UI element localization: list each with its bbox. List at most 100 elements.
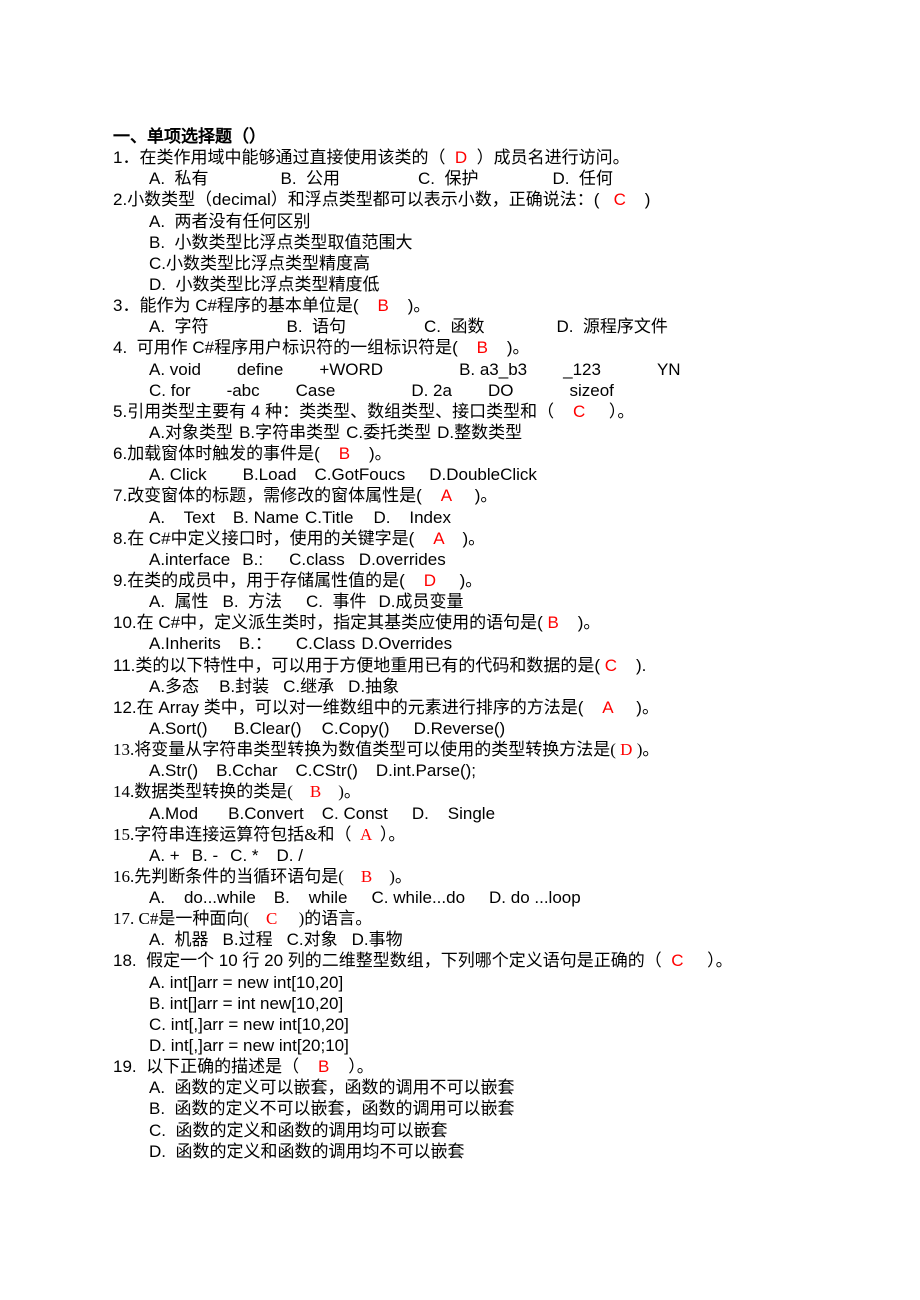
option-row: B. 函数的定义不可以嵌套，函数的调用可以嵌套 [113, 1098, 833, 1119]
option: +WORD [319, 359, 384, 379]
question-number: 14. [113, 782, 135, 802]
question-text: 小数类型（decimal）和浮点类型都可以表示小数，正确说法：( [127, 190, 614, 210]
answer-mark: D [423, 570, 437, 590]
question-text: 在类作用域中能够通过直接使用该类的（ [139, 148, 455, 168]
option: B.Cchar [216, 761, 278, 781]
option: A.Mod [149, 803, 199, 823]
option-row: A. do...while B. while C. while...do D. do … [113, 887, 833, 908]
question-text: 能作为 C#程序的基本单位是( [139, 296, 378, 316]
question-stem: 12.在 Array 类中，可以对一维数组中的元素进行排序的方法是( A )。 [113, 697, 833, 718]
question-stem: 19. 以下正确的描述是（ B ）。 [113, 1056, 833, 1077]
option: A.interface [149, 549, 231, 569]
question-stem: 13.将变量从字符串类型转换为数值类型可以使用的类型转换方法是( D )。 [113, 739, 833, 760]
option: B. Name [232, 507, 299, 527]
option: A. + [149, 845, 180, 865]
option: C.继承 [283, 676, 335, 696]
option-row: D. int[,]arr = new int[20;10] [113, 1035, 833, 1056]
question-stem: 9.在类的成员中，用于存储属性值的是( D )。 [113, 570, 833, 591]
option: D. Index [373, 507, 451, 527]
answer-mark: B [360, 866, 373, 886]
option: D.事物 [351, 930, 403, 950]
option: C.Class [295, 634, 356, 654]
option-row: C. 函数的定义和函数的调用均可以嵌套 [113, 1120, 833, 1141]
option: B.字符串类型 [239, 422, 341, 442]
question-number: 5. [113, 401, 128, 421]
question-text: 假定一个 10 行 20 列的二维整型数组，下列哪个定义语句是正确的（ [136, 951, 672, 971]
option: D. do ...loop [489, 888, 581, 908]
option: B. while [273, 888, 348, 908]
option: C. 函数 [424, 317, 485, 337]
option-row: A. 字符 B. 语句 C. 函数 D. 源程序文件 [113, 316, 833, 337]
question-stem: 15.字符串连接运算符包括&和（ A ）。 [113, 824, 833, 845]
question-text: 先判断条件的当循环语句是( [134, 866, 361, 886]
option-row: A. void define +WORD B. a3_b3 _123 YN [113, 359, 833, 380]
option: sizeof [569, 380, 614, 400]
option: C. int[,]arr = new int[10,20] [149, 1014, 349, 1034]
question-text: 可用作 C#程序用户标识符的一组标识符是( [127, 338, 477, 358]
option-row: A.Sort() B.Clear() C.Copy() D.Reverse() [113, 718, 833, 739]
question-number: 15. [113, 824, 135, 844]
answer-mark: C [266, 909, 278, 929]
option: C.对象 [286, 930, 338, 950]
option: C. * [230, 845, 259, 865]
answer-mark: A [359, 824, 372, 844]
question-number: 16. [113, 866, 135, 886]
option-row: A. Click B.Load C.GotFoucs D.DoubleClick [113, 464, 833, 485]
question-stem: 17. C#是一种面向( C )的语言。 [113, 908, 833, 929]
answer-mark: B [547, 613, 559, 633]
question-stem: 8.在 C#中定义接口时，使用的关键字是( A )。 [113, 528, 833, 549]
question-text-end: ) [625, 190, 651, 210]
question-text: 数据类型转换的类是( [134, 782, 310, 802]
option: A.Str() [149, 761, 199, 781]
question-stem: 6.加载窗体时触发的事件是( B )。 [113, 443, 833, 464]
option: D. Single [411, 803, 496, 823]
question-stem: 11.类的以下特性中，可以用于方便地重用已有的代码和数据的是( C ). [113, 655, 833, 676]
question-number: 9. [113, 570, 128, 590]
option: B. 函数的定义不可以嵌套，函数的调用可以嵌套 [149, 1099, 515, 1119]
option: D.整数类型 [437, 422, 523, 442]
option: C. 函数的定义和函数的调用均可以嵌套 [149, 1120, 448, 1140]
option-row: B. 小数类型比浮点类型取值范围大 [113, 232, 833, 253]
section-title: 一、单项选择题（） [113, 127, 266, 146]
option: D. / [276, 845, 303, 865]
question-text-end: )。 [488, 338, 530, 358]
option: B. 方法 [222, 592, 283, 612]
option-row: A. 私有 B. 公用 C. 保护 D. 任何 [113, 168, 833, 189]
option: D.overrides [358, 549, 446, 569]
question-number: 4. [113, 338, 128, 358]
question-text-end: )。 [388, 296, 431, 316]
option: A.Sort() [149, 718, 208, 738]
answer-mark: B [317, 1057, 330, 1077]
question-text: 在 Array 类中，可以对一维数组中的元素进行排序的方法是( [136, 697, 603, 717]
option-row: A. 机器 B.过程 C.对象 D.事物 [113, 929, 833, 950]
document-page: 一、单项选择题（） 1．在类作用域中能够通过直接使用该类的（ D ）成员名进行访… [113, 126, 833, 1162]
question-text-end: )。 [451, 486, 498, 506]
question-number: 11. [113, 655, 136, 675]
question-stem: 4. 可用作 C#程序用户标识符的一组标识符是( B )。 [113, 337, 833, 358]
option-row: D. 小数类型比浮点类型精度低 [113, 274, 833, 295]
question-text: 以下正确的描述是（ [136, 1057, 318, 1077]
option-row: D. 函数的定义和函数的调用均不可以嵌套 [113, 1141, 833, 1162]
question-text: 字符串连接运算符包括&和（ [134, 824, 360, 844]
option: C.Copy() [321, 718, 390, 738]
option-row: A. 属性 B. 方法 C. 事件 D.成员变量 [113, 591, 833, 612]
question-text: 将变量从字符串类型转换为数值类型可以使用的类型转换方法是( [134, 740, 621, 760]
question-text-end: ）。 [683, 951, 733, 971]
option-row: A.Inherits B.： C.Class D.Overrides [113, 633, 833, 654]
question-number: 3． [113, 296, 140, 316]
question-text-end: )。 [632, 740, 660, 760]
question-number: 8. [113, 528, 128, 548]
answer-mark: C [613, 190, 626, 210]
question-text-end: )。 [443, 528, 486, 548]
option: D.抽象 [348, 676, 400, 696]
question-text: 类的以下特性中，可以用于方便地重用已有的代码和数据的是( [135, 655, 605, 675]
option-row: A. 函数的定义可以嵌套，函数的调用不可以嵌套 [113, 1077, 833, 1098]
option: D. 2a [411, 380, 452, 400]
answer-mark: A [602, 697, 613, 717]
question-text-end: )。 [436, 570, 483, 590]
option: C. 事件 [306, 592, 367, 612]
option: C. for [149, 380, 191, 400]
option-row: B. int[]arr = int new[10,20] [113, 993, 833, 1014]
option-row: C. int[,]arr = new int[10,20] [113, 1014, 833, 1035]
option: B.封装 [219, 676, 270, 696]
